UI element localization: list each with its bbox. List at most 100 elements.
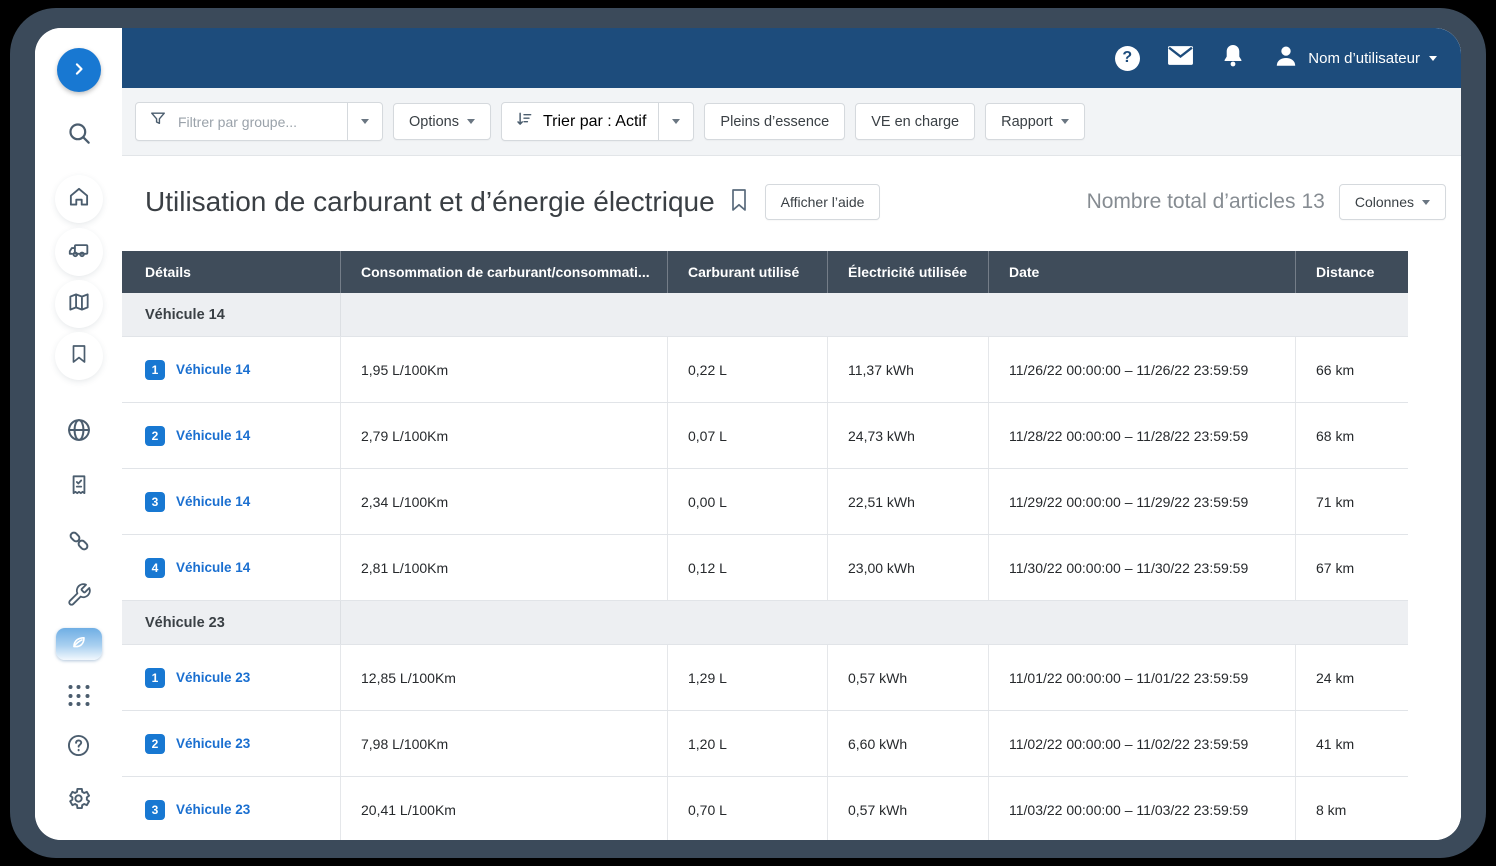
details-cell: 4 Véhicule 14 [122, 535, 340, 600]
fuel-used-cell: 0,07 L [667, 403, 827, 468]
group-row-spacer [340, 601, 1408, 644]
vehicle-link[interactable]: Véhicule 14 [176, 560, 250, 575]
ev-charging-button[interactable]: VE en charge [855, 103, 975, 140]
caret-down-icon [361, 119, 369, 124]
group-filter-combo [135, 102, 383, 141]
sort-combo: Trier par : Actif [501, 102, 694, 141]
electricity-used-cell: 6,60 kWh [827, 711, 988, 776]
details-cell: 1Véhicule 23 [122, 645, 340, 710]
sort-dropdown-button[interactable] [658, 103, 693, 140]
sort-button[interactable]: Trier par : Actif [502, 103, 658, 140]
toolbar: Options Trier par : Actif Ple [122, 88, 1461, 156]
show-help-label: Afficher l’aide [781, 194, 865, 210]
consumption-cell: 12,85 L/100Km [340, 645, 667, 710]
sidebar-item-help[interactable] [57, 726, 101, 770]
table-row: 1Véhicule 2312,85 L/100Km1,29 L0,57 kWh1… [122, 645, 1408, 711]
details-cell: 2Véhicule 14 [122, 403, 340, 468]
vehicle-link[interactable]: Véhicule 14 [176, 494, 250, 509]
group-filter-dropdown-button[interactable] [347, 103, 382, 140]
bookmark-page-button[interactable] [729, 188, 749, 217]
sidebar-item-bookmarks[interactable] [57, 334, 101, 378]
fuel-used-cell: 0,22 L [667, 337, 827, 402]
vehicle-index-badge: 4 [145, 558, 165, 578]
show-help-button[interactable]: Afficher l’aide [765, 184, 881, 220]
topbar-help-button[interactable]: ? [1114, 45, 1140, 71]
table-row: 3Véhicule 2320,41 L/100Km0,70 L0,57 kWh1… [122, 777, 1408, 840]
vehicle-link[interactable]: Véhicule 23 [176, 670, 250, 685]
details-cell: 3Véhicule 23 [122, 777, 340, 840]
group-filter-field [136, 103, 347, 140]
group-row: Véhicule 14 [122, 293, 1408, 337]
topbar: ? [122, 28, 1461, 88]
user-name: Nom d’utilisateur [1308, 50, 1420, 67]
main-area: ? [122, 28, 1461, 840]
date-cell: 11/03/22 00:00:00 – 11/03/22 23:59:59 [988, 777, 1295, 840]
column-header-3[interactable]: Carburant utilisé [667, 251, 827, 293]
sidebar-item-search[interactable] [57, 113, 101, 157]
electricity-used-cell: 11,37 kWh [827, 337, 988, 402]
topbar-messages-button[interactable] [1167, 45, 1193, 71]
topbar-notifications-button[interactable] [1220, 45, 1246, 71]
columns-button[interactable]: Colonnes [1339, 184, 1446, 220]
bookmark-icon [67, 342, 91, 371]
columns-label: Colonnes [1355, 194, 1414, 210]
user-menu[interactable]: Nom d’utilisateur [1273, 43, 1437, 74]
details-cell: 2Véhicule 23 [122, 711, 340, 776]
sidebar [35, 28, 122, 840]
sort-icon [514, 109, 535, 135]
sidebar-item-fuel-energy-active[interactable] [56, 628, 102, 660]
vehicle-link[interactable]: Véhicule 14 [176, 428, 250, 443]
leaf-gauge-icon [67, 631, 91, 658]
caret-down-icon [1061, 119, 1069, 124]
table-row: 1Véhicule 141,95 L/100Km0,22 L11,37 kWh1… [122, 337, 1408, 403]
electricity-used-cell: 24,73 kWh [827, 403, 988, 468]
caret-down-icon [1422, 200, 1430, 205]
column-header-5[interactable]: Date [988, 251, 1295, 293]
globe-icon [65, 416, 93, 449]
mail-icon [1167, 45, 1194, 71]
vehicle-link[interactable]: Véhicule 14 [176, 362, 250, 377]
distance-cell: 24 km [1295, 645, 1408, 710]
date-cell: 11/29/22 00:00:00 – 11/29/22 23:59:59 [988, 469, 1295, 534]
electricity-used-cell: 22,51 kWh [827, 469, 988, 534]
column-header-4[interactable]: Électricité utilisée [827, 251, 988, 293]
sidebar-expand-button[interactable] [57, 48, 101, 92]
column-header-6[interactable]: Distance [1295, 251, 1408, 293]
sidebar-item-settings[interactable] [57, 779, 101, 823]
sidebar-item-rules[interactable] [57, 465, 101, 509]
distance-cell: 67 km [1295, 535, 1408, 600]
fuel-fillups-button[interactable]: Pleins d’essence [704, 103, 845, 140]
group-row-spacer [340, 293, 1408, 336]
total-items-value: 13 [1301, 190, 1324, 213]
fuel-used-cell: 0,70 L [667, 777, 827, 840]
table-header-row: DétailsConsommation de carburant/consomm… [122, 251, 1408, 293]
app-window: ? [35, 28, 1461, 840]
consumption-cell: 7,98 L/100Km [340, 711, 667, 776]
gear-icon [65, 785, 92, 817]
date-cell: 11/02/22 00:00:00 – 11/02/22 23:59:59 [988, 711, 1295, 776]
user-avatar-icon [1273, 43, 1299, 74]
search-icon [65, 119, 93, 152]
sidebar-item-connections[interactable] [57, 521, 101, 565]
ev-charging-label: VE en charge [871, 114, 959, 130]
sidebar-item-map[interactable] [57, 282, 101, 326]
sidebar-item-zones[interactable] [57, 410, 101, 454]
group-filter-input[interactable] [176, 113, 335, 131]
electricity-used-cell: 0,57 kWh [827, 645, 988, 710]
column-header-1[interactable]: Détails [122, 251, 340, 293]
report-button[interactable]: Rapport [985, 103, 1085, 140]
sidebar-item-maintenance[interactable] [57, 575, 101, 619]
sidebar-item-apps[interactable] [57, 674, 100, 717]
sidebar-item-home[interactable] [57, 177, 101, 221]
vehicle-link[interactable]: Véhicule 23 [176, 736, 250, 751]
sidebar-item-vehicles[interactable] [57, 230, 101, 274]
vehicle-link[interactable]: Véhicule 23 [176, 802, 250, 817]
column-header-2[interactable]: Consommation de carburant/consommati... [340, 251, 667, 293]
date-cell: 11/28/22 00:00:00 – 11/28/22 23:59:59 [988, 403, 1295, 468]
options-button[interactable]: Options [393, 103, 491, 140]
link-icon [65, 527, 93, 560]
fuel-fillups-label: Pleins d’essence [720, 114, 829, 130]
caret-down-icon [467, 119, 475, 124]
fuel-used-cell: 0,00 L [667, 469, 827, 534]
electricity-used-cell: 0,57 kWh [827, 777, 988, 840]
